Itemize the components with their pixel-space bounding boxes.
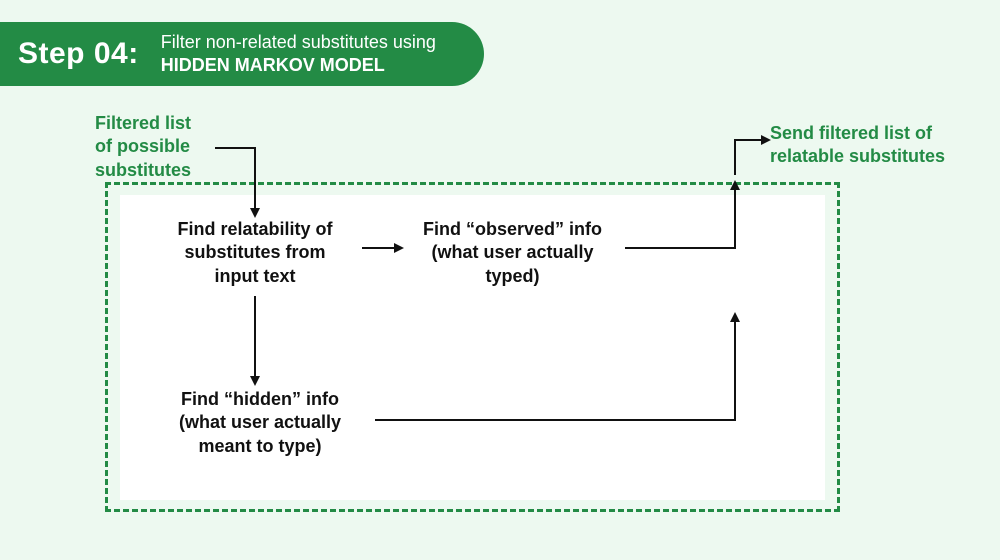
step-emphasis: HIDDEN MARKOV MODEL — [161, 54, 436, 77]
node-relatability-text: Find relatability of substitutes from in… — [177, 219, 332, 286]
output-label: Send filtered list of relatable substitu… — [770, 122, 945, 169]
node-relatability: Find relatability of substitutes from in… — [150, 218, 360, 288]
input-label: Filtered list of possible substitutes — [95, 112, 191, 182]
node-hidden-text: Find “hidden” info (what user actually m… — [179, 389, 341, 456]
input-label-text: Filtered list of possible substitutes — [95, 113, 191, 180]
step-subtitle: Filter non-related substitutes using — [161, 31, 436, 54]
step-header: Step 04: Filter non-related substitutes … — [0, 22, 484, 86]
node-observed-text: Find “observed” info (what user actually… — [423, 219, 602, 286]
step-number: Step 04: — [18, 37, 139, 71]
node-hidden: Find “hidden” info (what user actually m… — [150, 388, 370, 458]
node-observed: Find “observed” info (what user actually… — [400, 218, 625, 288]
output-label-text: Send filtered list of relatable substitu… — [770, 123, 945, 166]
arrow-output — [735, 140, 765, 175]
step-title-block: Filter non-related substitutes using HID… — [161, 31, 436, 78]
